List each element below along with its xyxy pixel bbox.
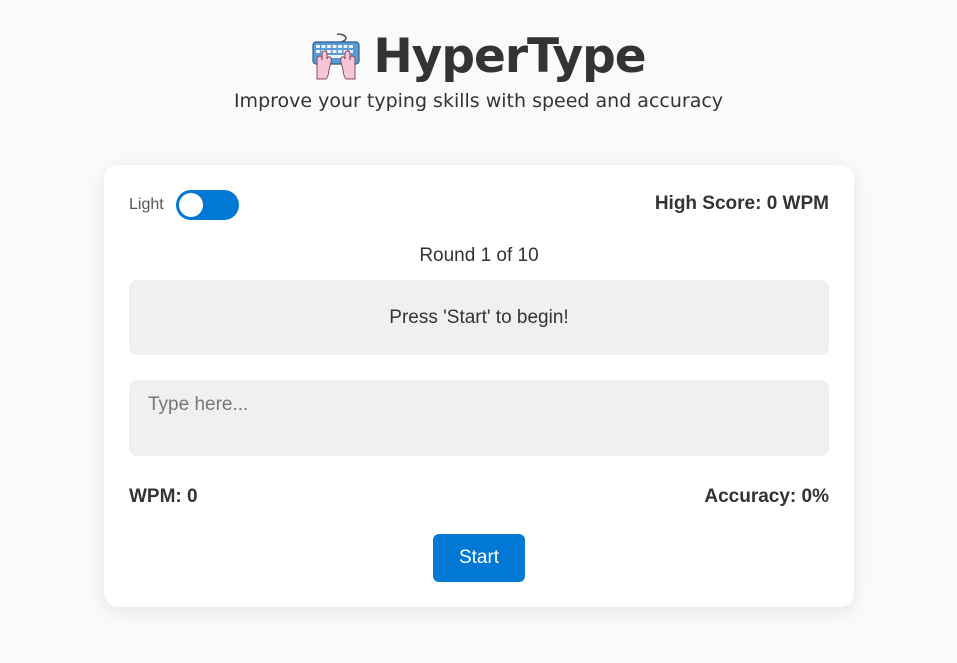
app-title: HyperType <box>373 28 646 84</box>
game-card: Light High Score: 0 WPM Round 1 of 10 Pr… <box>104 165 854 607</box>
switch-knob <box>178 193 203 217</box>
round-indicator: Round 1 of 10 <box>419 245 539 266</box>
typing-input[interactable] <box>129 380 829 456</box>
accuracy-stat: Accuracy: 0% <box>704 486 829 507</box>
start-button[interactable]: Start <box>433 534 525 582</box>
title-row: HyperType <box>0 26 957 86</box>
theme-toggle: Light <box>129 190 239 220</box>
prompt-text: Press 'Start' to begin! <box>129 280 829 355</box>
wpm-stat: WPM: 0 <box>129 486 198 507</box>
app-header: HyperType Improve your typing skills wit… <box>0 26 957 113</box>
theme-switch[interactable] <box>175 190 239 220</box>
theme-label: Light <box>129 196 164 213</box>
keyboard-with-hands-icon <box>311 32 361 80</box>
high-score: High Score: 0 WPM <box>654 193 829 214</box>
tagline: Improve your typing skills with speed an… <box>233 90 724 112</box>
